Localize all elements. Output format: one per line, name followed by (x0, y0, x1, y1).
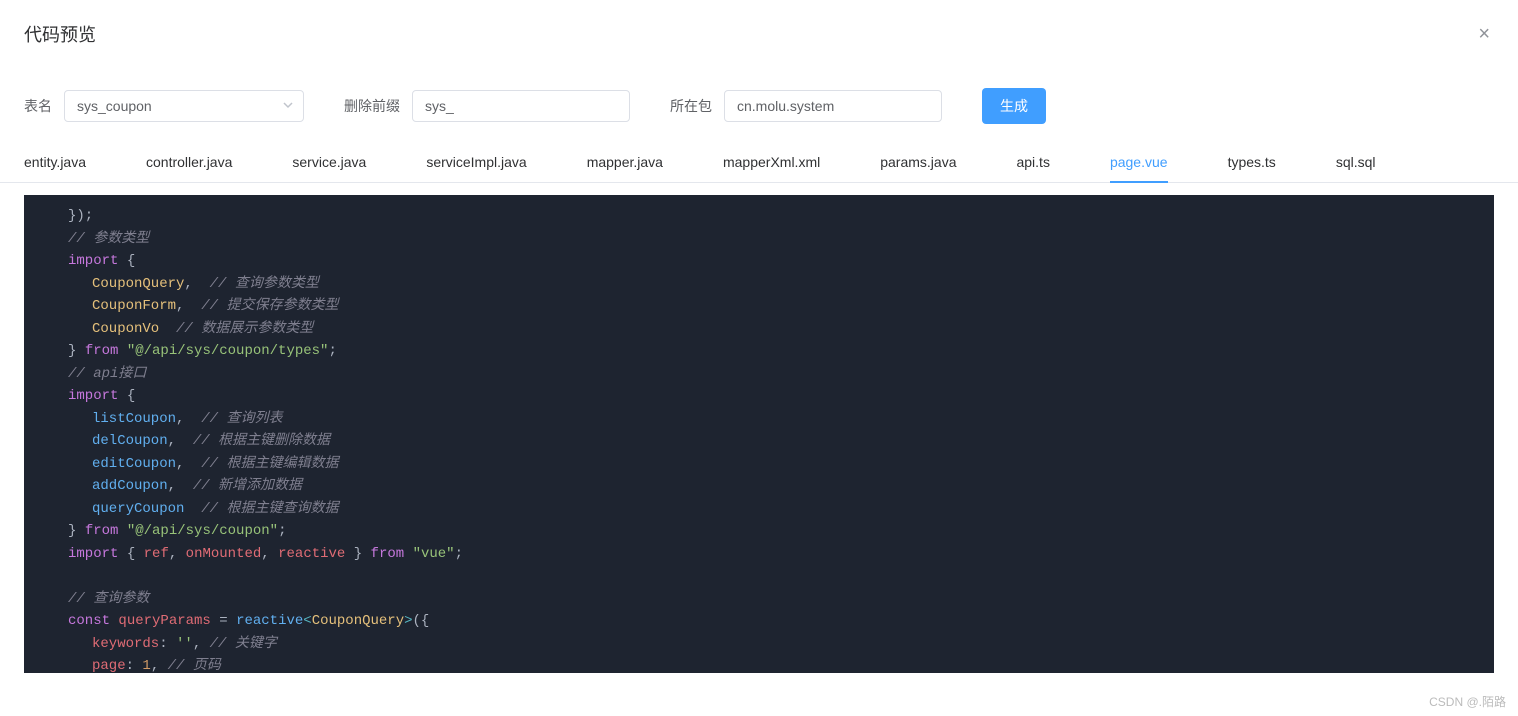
form-item-prefix: 删除前缀 (344, 90, 630, 122)
code-line: import { ref, onMounted, reactive } from… (44, 543, 1474, 566)
code-line: // api接口 (44, 363, 1474, 386)
tab-api[interactable]: api.ts (1016, 144, 1069, 182)
generate-button[interactable]: 生成 (982, 88, 1046, 124)
code-line: // 查询参数 (44, 588, 1474, 611)
code-line: queryCoupon // 根据主键查询数据 (44, 498, 1474, 521)
watermark: CSDN @.陌路 (1429, 693, 1506, 710)
table-name-label: 表名 (24, 96, 52, 116)
code-line: CouponQuery, // 查询参数类型 (44, 273, 1474, 296)
code-line: }); (44, 205, 1474, 228)
code-line (44, 565, 1474, 588)
package-input[interactable] (724, 90, 942, 122)
tabs: entity.java controller.java service.java… (0, 144, 1518, 183)
table-name-input[interactable] (64, 90, 304, 122)
code-line: CouponVo // 数据展示参数类型 (44, 318, 1474, 341)
code-preview[interactable]: }); // 参数类型 import { CouponQuery, // 查询参… (24, 195, 1494, 673)
code-line: } from "@/api/sys/coupon"; (44, 520, 1474, 543)
table-name-select[interactable] (64, 90, 304, 122)
close-icon[interactable]: × (1474, 20, 1494, 48)
dialog-title: 代码预览 (24, 21, 96, 47)
code-line: import { (44, 385, 1474, 408)
tab-controller[interactable]: controller.java (146, 144, 252, 182)
form-item-table-name: 表名 (24, 90, 304, 122)
tab-service[interactable]: service.java (292, 144, 386, 182)
code-line: keywords: '', // 关键字 (44, 633, 1474, 656)
form-item-package: 所在包 (670, 90, 942, 122)
code-line: const queryParams = reactive<CouponQuery… (44, 610, 1474, 633)
code-line: CouponForm, // 提交保存参数类型 (44, 295, 1474, 318)
code-line: addCoupon, // 新增添加数据 (44, 475, 1474, 498)
form-row: 表名 删除前缀 所在包 生成 (0, 58, 1518, 144)
tab-entity[interactable]: entity.java (24, 144, 106, 182)
code-line: delCoupon, // 根据主键删除数据 (44, 430, 1474, 453)
tab-mapperxml[interactable]: mapperXml.xml (723, 144, 840, 182)
code-line: listCoupon, // 查询列表 (44, 408, 1474, 431)
tab-sql[interactable]: sql.sql (1336, 144, 1396, 182)
code-line: } from "@/api/sys/coupon/types"; (44, 340, 1474, 363)
tab-page[interactable]: page.vue (1110, 144, 1188, 182)
tab-types[interactable]: types.ts (1228, 144, 1296, 182)
prefix-input[interactable] (412, 90, 630, 122)
tab-params[interactable]: params.java (880, 144, 976, 182)
tab-mapper[interactable]: mapper.java (587, 144, 683, 182)
code-line: editCoupon, // 根据主键编辑数据 (44, 453, 1474, 476)
code-line: // 参数类型 (44, 228, 1474, 251)
tab-serviceimpl[interactable]: serviceImpl.java (426, 144, 546, 182)
code-line: import { (44, 250, 1474, 273)
dialog-header: 代码预览 × (0, 0, 1518, 58)
prefix-label: 删除前缀 (344, 96, 400, 116)
code-line: page: 1, // 页码 (44, 655, 1474, 673)
package-label: 所在包 (670, 96, 712, 116)
